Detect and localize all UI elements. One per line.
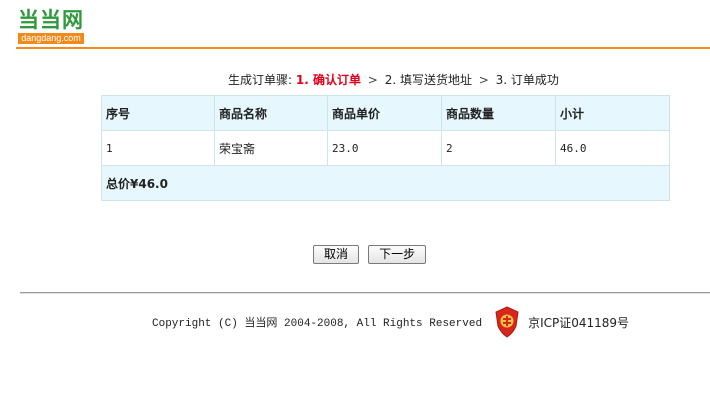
table-row: 1 荣宝斋 23.0 2 46.0 (101, 130, 670, 166)
column-header-quantity: 商品数量 (441, 95, 556, 131)
logo-text: 当当网 (18, 8, 84, 32)
cell-unit-price: 23.0 (327, 130, 442, 166)
footer: Copyright (C) 当当网 2004-2008, All Rights … (152, 304, 629, 340)
cell-subtotal: 46.0 (555, 130, 670, 166)
order-table: 序号 商品名称 商品单价 商品数量 小计 1 荣宝斋 23.0 2 46.0 总… (101, 95, 670, 201)
column-header-product-name: 商品名称 (214, 95, 328, 131)
total-price: 总价¥46.0 (101, 165, 670, 201)
next-step-button[interactable]: 下一步 (368, 245, 427, 264)
icp-license-link[interactable]: 京ICP证041189号 (528, 314, 629, 331)
order-steps: 生成订单骤: 1. 确认订单 > 2. 填写送货地址 > 3. 订单成功 (228, 72, 559, 88)
table-total-row: 总价¥46.0 (101, 165, 670, 201)
copyright-text: Copyright (C) 当当网 2004-2008, All Rights … (152, 318, 483, 330)
cancel-button[interactable]: 取消 (313, 245, 360, 264)
action-buttons: 取消 下一步 (313, 243, 430, 264)
page: 当当网 dangdang.com 生成订单骤: 1. 确认订单 > 2. 填写送… (0, 0, 710, 402)
header-divider (16, 47, 710, 49)
cell-quantity: 2 (441, 130, 556, 166)
cell-product-name: 荣宝斋 (214, 130, 328, 166)
step-order-success: 3. 订单成功 (495, 73, 559, 87)
step-confirm-order: 1. 确认订单 (295, 73, 361, 87)
footer-divider (20, 292, 710, 294)
table-header-row: 序号 商品名称 商品单价 商品数量 小计 (101, 95, 670, 131)
column-header-index: 序号 (101, 95, 215, 131)
steps-prefix: 生成订单骤: (228, 73, 293, 87)
logo-domain: dangdang.com (18, 33, 84, 44)
column-header-unit-price: 商品单价 (327, 95, 442, 131)
step-shipping-address: 2. 填写送货地址 (384, 73, 472, 87)
dangdang-logo[interactable]: 当当网 dangdang.com (18, 8, 84, 44)
step-arrow: > (367, 73, 378, 87)
column-header-subtotal: 小计 (555, 95, 670, 131)
cell-index: 1 (101, 130, 215, 166)
police-badge-icon[interactable] (494, 306, 520, 338)
step-arrow: > (478, 73, 489, 87)
